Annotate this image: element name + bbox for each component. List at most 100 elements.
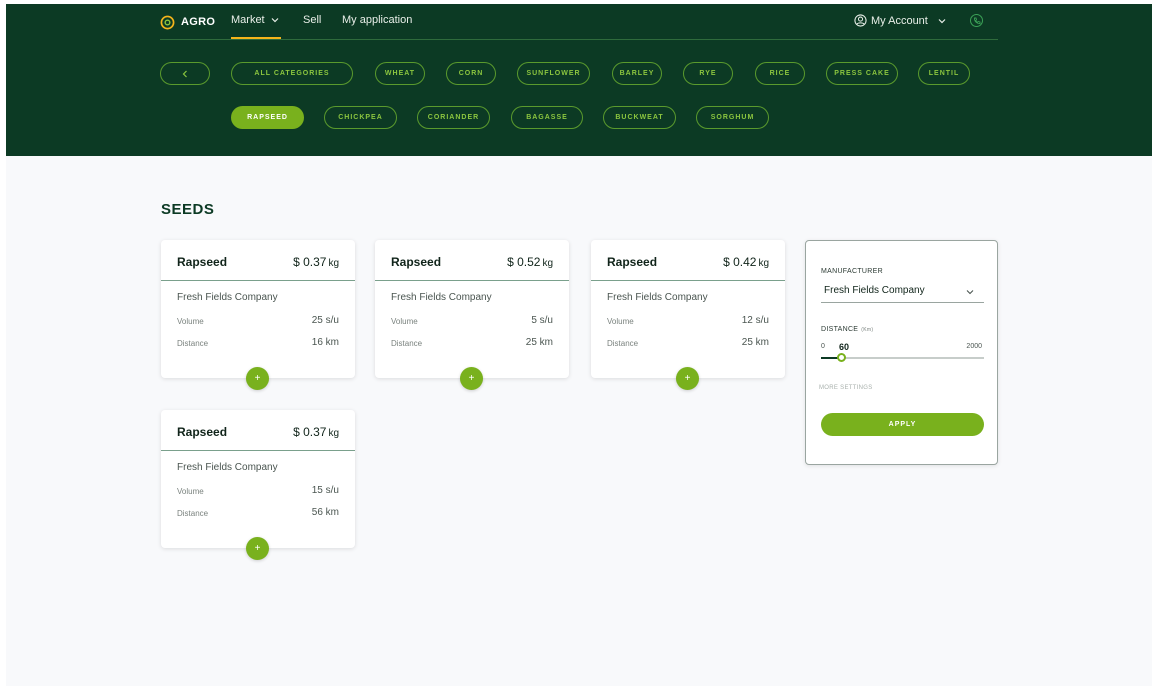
nav-market[interactable]: Market — [231, 14, 279, 26]
nav-sell-label: Sell — [303, 14, 322, 26]
chevron-down-icon — [938, 18, 946, 23]
categories-back-button[interactable] — [160, 62, 210, 85]
nav-my-application-label: My application — [342, 14, 413, 26]
slider-thumb[interactable] — [837, 353, 846, 362]
product-name: Rapseed — [391, 255, 442, 269]
category-chip-active[interactable]: RAPSEED — [231, 106, 304, 129]
distance-max: 2000 — [966, 343, 982, 350]
category-chip[interactable]: SUNFLOWER — [517, 62, 590, 85]
app-frame: AGRO Market Sell My application My Accou… — [6, 4, 1152, 686]
distance-label: Distance — [607, 339, 639, 348]
category-chip[interactable]: ALL CATEGORIES — [231, 62, 353, 85]
logo-icon — [160, 15, 175, 29]
manufacturer-label: MANUFACTURER — [821, 268, 883, 275]
add-button[interactable]: + — [246, 537, 269, 560]
page-title: SEEDS — [161, 201, 215, 218]
apply-button[interactable]: APPLY — [821, 413, 984, 436]
top-nav: AGRO Market Sell My application My Accou… — [160, 4, 998, 40]
price-value: $ 0.37 — [293, 425, 327, 439]
volume-value: 15 s/u — [311, 485, 339, 496]
price-unit: kg — [542, 258, 553, 269]
product-name: Rapseed — [607, 255, 658, 269]
chevron-down-icon — [966, 290, 974, 295]
volume-label: Volume — [391, 317, 418, 326]
product-card[interactable]: Rapseed $ 0.37 kg Fresh Fields Company Vo… — [161, 410, 355, 560]
user-icon — [854, 14, 867, 27]
volume-label: Volume — [177, 487, 204, 496]
category-chip[interactable]: BUCKWEAT — [603, 106, 676, 129]
price-value: $ 0.42 — [723, 255, 757, 269]
chevron-down-icon — [271, 18, 279, 23]
distance-value: 16 km — [311, 337, 339, 348]
product-name: Rapseed — [177, 255, 228, 269]
category-chip[interactable]: BAGASSE — [511, 106, 583, 129]
distance-label: Distance — [177, 509, 209, 518]
manufacturer-select[interactable]: Fresh Fields Company — [821, 282, 984, 303]
category-chip[interactable]: LENTIL — [918, 62, 970, 85]
price-unit: kg — [328, 428, 339, 439]
distance-slider[interactable] — [821, 353, 984, 362]
card-header: Rapseed $ 0.37 kg — [161, 410, 355, 451]
volume-value: 5 s/u — [531, 315, 553, 326]
brand-name: AGRO — [181, 16, 216, 28]
my-account-menu[interactable]: My Account — [854, 14, 946, 27]
volume-value: 12 s/u — [741, 315, 769, 326]
product-name: Rapseed — [177, 425, 228, 439]
price-value: $ 0.37 — [293, 255, 327, 269]
product-price: $ 0.52 kg — [507, 255, 553, 269]
header: AGRO Market Sell My application My Accou… — [6, 4, 1152, 156]
company-name: Fresh Fields Company — [177, 462, 278, 473]
add-button[interactable]: + — [460, 367, 483, 390]
distance-unit: (Km) — [861, 327, 874, 333]
product-card[interactable]: Rapseed $ 0.52 kg Fresh Fields Company Vo… — [375, 240, 569, 390]
distance-current-value: 60 — [839, 342, 850, 352]
distance-label: Distance — [177, 339, 209, 348]
category-chip[interactable]: BARLEY — [612, 62, 662, 85]
nav-market-label: Market — [231, 14, 265, 26]
add-button[interactable]: + — [246, 367, 269, 390]
nav-active-indicator — [231, 37, 281, 39]
chevron-left-icon — [182, 70, 187, 77]
company-name: Fresh Fields Company — [177, 292, 278, 303]
product-price: $ 0.37 kg — [293, 425, 339, 439]
price-value: $ 0.52 — [507, 255, 541, 269]
category-chip[interactable]: SORGHUM — [696, 106, 769, 129]
phone-icon — [973, 17, 980, 24]
distance-filter-label: DISTANCE (Km) — [821, 326, 873, 333]
nav-my-application[interactable]: My application — [342, 14, 412, 26]
distance-min: 0 — [821, 343, 825, 350]
logo[interactable]: AGRO — [160, 13, 215, 31]
nav-sell[interactable]: Sell — [303, 14, 321, 26]
product-price: $ 0.37 kg — [293, 255, 339, 269]
distance-filter-label-text: DISTANCE — [821, 326, 859, 333]
card-header: Rapseed $ 0.52 kg — [375, 240, 569, 281]
distance-value: 25 km — [741, 337, 769, 348]
category-chip[interactable]: CORIANDER — [417, 106, 490, 129]
card-header: Rapseed $ 0.42 kg — [591, 240, 785, 281]
add-button[interactable]: + — [676, 367, 699, 390]
phone-button[interactable] — [970, 14, 983, 27]
category-chip[interactable]: RYE — [683, 62, 733, 85]
company-name: Fresh Fields Company — [607, 292, 708, 303]
manufacturer-value: Fresh Fields Company — [824, 285, 925, 296]
price-unit: kg — [758, 258, 769, 269]
more-settings-link[interactable]: MORE SETTINGS — [819, 385, 873, 391]
category-chip[interactable]: PRESS CAKE — [826, 62, 898, 85]
category-chip[interactable]: WHEAT — [375, 62, 425, 85]
volume-value: 25 s/u — [311, 315, 339, 326]
distance-value: 25 km — [525, 337, 553, 348]
my-account-label: My Account — [871, 14, 928, 27]
category-chip[interactable]: CHICKPEA — [324, 106, 397, 129]
distance-label: Distance — [391, 339, 423, 348]
filter-panel: MANUFACTURER Fresh Fields Company DISTAN… — [805, 240, 998, 465]
product-card[interactable]: Rapseed $ 0.37 kg Fresh Fields Company Vo… — [161, 240, 355, 390]
category-chip[interactable]: CORN — [446, 62, 496, 85]
card-header: Rapseed $ 0.37 kg — [161, 240, 355, 281]
volume-label: Volume — [607, 317, 634, 326]
product-price: $ 0.42 kg — [723, 255, 769, 269]
category-chip[interactable]: RICE — [755, 62, 805, 85]
price-unit: kg — [328, 258, 339, 269]
distance-value: 56 km — [311, 507, 339, 518]
product-card[interactable]: Rapseed $ 0.42 kg Fresh Fields Company Vo… — [591, 240, 785, 390]
company-name: Fresh Fields Company — [391, 292, 492, 303]
